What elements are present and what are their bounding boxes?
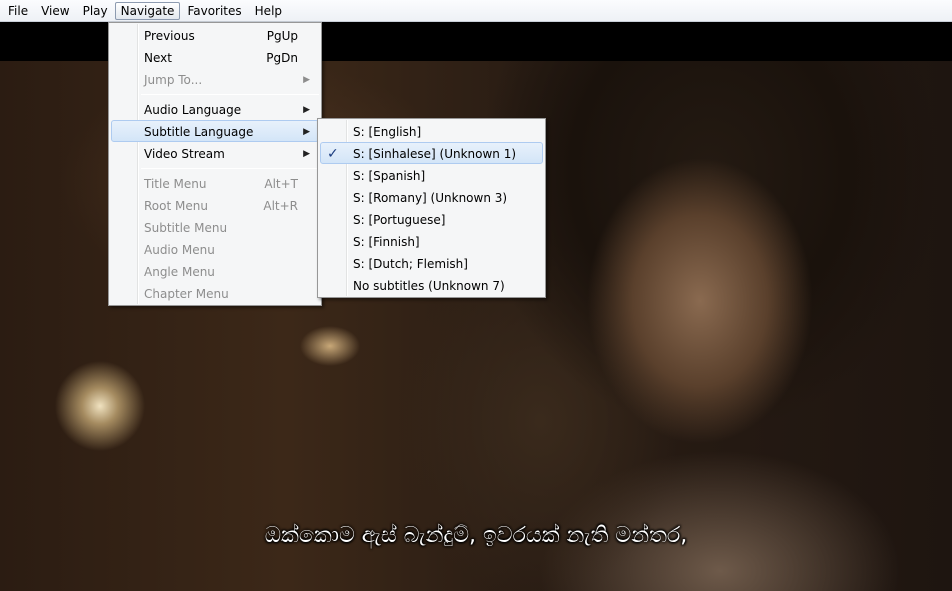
subtitle-option-dutch[interactable]: S: [Dutch; Flemish] bbox=[320, 252, 543, 274]
menu-item-subtitle-menu: Subtitle Menu bbox=[111, 216, 319, 238]
menu-navigate[interactable]: Navigate bbox=[114, 1, 181, 20]
menu-item-label: Audio Language bbox=[144, 103, 242, 117]
submenu-arrow-icon: ▶ bbox=[303, 149, 310, 159]
menu-item-video-stream[interactable]: Video Stream ▶ bbox=[111, 142, 319, 164]
menu-help[interactable]: Help bbox=[249, 2, 288, 20]
menu-item-audio-menu: Audio Menu bbox=[111, 238, 319, 260]
menu-item-label: S: [Sinhalese] (Unknown 1) bbox=[353, 147, 517, 161]
submenu-arrow-icon: ▶ bbox=[303, 75, 310, 85]
shortcut-label: PgUp bbox=[266, 29, 298, 43]
menu-item-subtitle-language[interactable]: Subtitle Language ▶ bbox=[111, 120, 319, 142]
menu-item-angle-menu: Angle Menu bbox=[111, 260, 319, 282]
menu-item-label: No subtitles (Unknown 7) bbox=[353, 279, 505, 293]
menu-item-label: Chapter Menu bbox=[144, 287, 229, 301]
menu-item-label: S: [Finnish] bbox=[353, 235, 420, 249]
menu-item-label: S: [English] bbox=[353, 125, 422, 139]
shortcut-label: Alt+R bbox=[263, 199, 298, 213]
subtitle-option-english[interactable]: S: [English] bbox=[320, 120, 543, 142]
menu-item-label: Root Menu bbox=[144, 199, 208, 213]
menu-item-label: Subtitle Menu bbox=[144, 221, 228, 235]
checkmark-icon: ✓ bbox=[327, 146, 339, 162]
menu-item-label: S: [Dutch; Flemish] bbox=[353, 257, 468, 271]
menu-play[interactable]: Play bbox=[77, 2, 114, 20]
video-subtitle: ඔක්කොම ඇස් බැන්දුම්, ඉවරයක් නැති මන්තර, bbox=[264, 523, 688, 548]
subtitle-option-romany[interactable]: S: [Romany] (Unknown 3) bbox=[320, 186, 543, 208]
menu-item-label: S: [Portuguese] bbox=[353, 213, 446, 227]
subtitle-option-spanish[interactable]: S: [Spanish] bbox=[320, 164, 543, 186]
menu-item-label: S: [Spanish] bbox=[353, 169, 426, 183]
menu-item-label: Video Stream bbox=[144, 147, 225, 161]
menu-item-label: Title Menu bbox=[144, 177, 207, 191]
menu-item-label: S: [Romany] (Unknown 3) bbox=[353, 191, 508, 205]
menu-item-title-menu: Title Menu Alt+T bbox=[111, 172, 319, 194]
menu-item-label: Audio Menu bbox=[144, 243, 215, 257]
menu-bar: File View Play Navigate Favorites Help bbox=[0, 0, 952, 22]
subtitle-language-submenu: S: [English] ✓ S: [Sinhalese] (Unknown 1… bbox=[317, 118, 546, 298]
menu-separator bbox=[141, 168, 319, 169]
menu-view[interactable]: View bbox=[35, 2, 75, 20]
menu-item-label: Subtitle Language bbox=[144, 125, 254, 139]
menu-item-next[interactable]: Next PgDn bbox=[111, 46, 319, 68]
menu-item-audio-language[interactable]: Audio Language ▶ bbox=[111, 98, 319, 120]
menu-item-label: Previous bbox=[144, 29, 195, 43]
subtitle-option-finnish[interactable]: S: [Finnish] bbox=[320, 230, 543, 252]
menu-item-chapter-menu: Chapter Menu bbox=[111, 282, 319, 304]
menu-favorites[interactable]: Favorites bbox=[181, 2, 247, 20]
subtitle-option-none[interactable]: No subtitles (Unknown 7) bbox=[320, 274, 543, 296]
navigate-menu: Previous PgUp Next PgDn Jump To... ▶ Aud… bbox=[108, 22, 322, 306]
submenu-arrow-icon: ▶ bbox=[303, 127, 310, 137]
menu-file[interactable]: File bbox=[2, 2, 34, 20]
subtitle-option-portuguese[interactable]: S: [Portuguese] bbox=[320, 208, 543, 230]
subtitle-option-sinhalese[interactable]: ✓ S: [Sinhalese] (Unknown 1) bbox=[320, 142, 543, 164]
menu-item-label: Angle Menu bbox=[144, 265, 215, 279]
shortcut-label: Alt+T bbox=[264, 177, 298, 191]
menu-item-jump-to: Jump To... ▶ bbox=[111, 68, 319, 90]
menu-item-root-menu: Root Menu Alt+R bbox=[111, 194, 319, 216]
menu-item-label: Next bbox=[144, 51, 172, 65]
shortcut-label: PgDn bbox=[266, 51, 298, 65]
menu-item-previous[interactable]: Previous PgUp bbox=[111, 24, 319, 46]
submenu-arrow-icon: ▶ bbox=[303, 105, 310, 115]
menu-separator bbox=[141, 94, 319, 95]
menu-item-label: Jump To... bbox=[144, 73, 203, 87]
